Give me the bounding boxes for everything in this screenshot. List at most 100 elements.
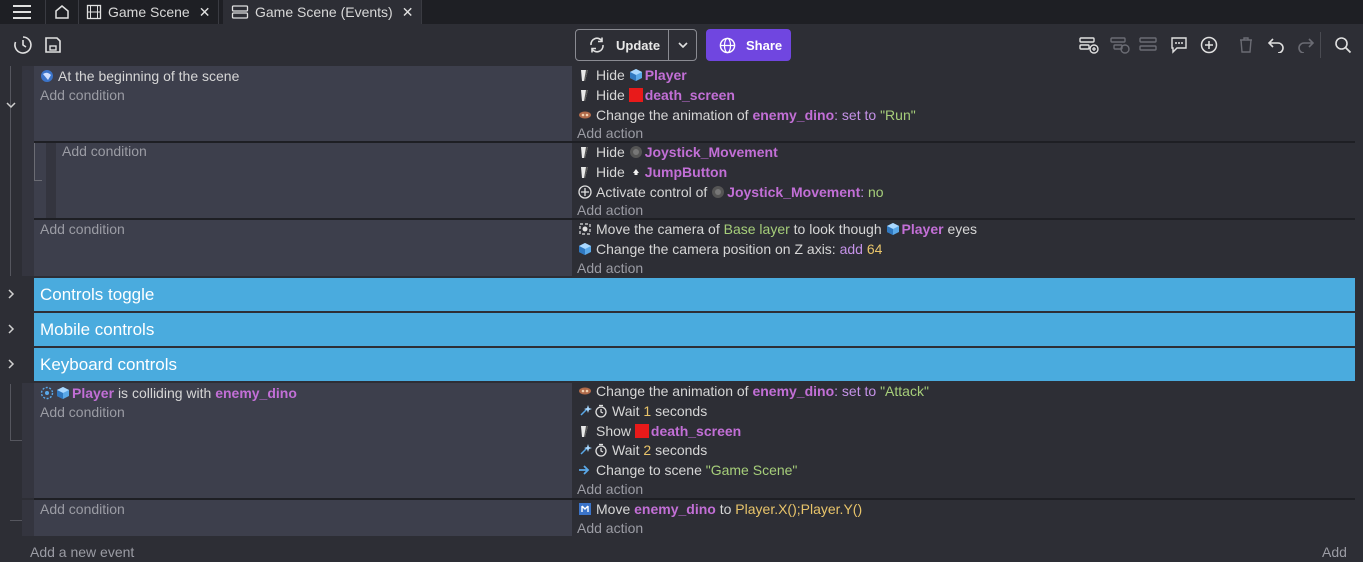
add-condition-link[interactable]: Add condition <box>40 85 125 105</box>
add-new-event-link[interactable]: Add a new event <box>30 542 134 562</box>
event-actions[interactable]: Hide Joystick_Movement Hide JumpButton A… <box>572 143 1355 218</box>
chevron-right-icon[interactable] <box>6 289 16 299</box>
home-tab[interactable] <box>45 0 79 24</box>
action-value: "Game Scene" <box>705 462 798 478</box>
jump-icon <box>629 166 642 178</box>
action-text: Change the animation of <box>596 107 749 123</box>
action[interactable]: Hide Joystick_Movement <box>578 142 778 162</box>
close-icon[interactable]: ✕ <box>402 4 414 21</box>
add-condition-link[interactable]: Add condition <box>40 219 125 239</box>
hide-icon <box>581 167 588 178</box>
add-link[interactable]: Add <box>1322 542 1347 562</box>
action-text: Activate control of <box>596 184 708 200</box>
camera-icon <box>579 223 591 235</box>
event-margin <box>22 66 34 276</box>
object-name: enemy_dino <box>215 385 297 401</box>
object-name: Player <box>72 385 115 401</box>
comment-icon[interactable] <box>1168 34 1190 56</box>
event-conditions[interactable]: At the beginning of the scene Add condit… <box>34 66 572 141</box>
add-condition-link[interactable]: Add condition <box>40 499 125 519</box>
chevron-right-icon[interactable] <box>6 324 16 334</box>
chevron-down-icon[interactable] <box>6 100 16 110</box>
action[interactable]: Change to scene "Game Scene" <box>578 460 797 480</box>
action-text: to look though <box>793 221 882 237</box>
action-text: Change to scene <box>596 462 702 478</box>
action[interactable]: Hide death_screen <box>578 85 735 105</box>
event-actions[interactable]: Move enemy_dino to Player.X();Player.Y()… <box>572 500 1355 536</box>
add-condition-link[interactable]: Add condition <box>40 402 125 422</box>
scene-icon <box>41 70 53 82</box>
events-sheet: At the beginning of the scene Add condit… <box>0 66 1363 560</box>
action-text: Hide <box>596 67 625 83</box>
menu-button[interactable] <box>0 0 44 24</box>
event-actions[interactable]: Change the animation of enemy_dino : set… <box>572 383 1355 498</box>
action[interactable]: Wait 1 seconds <box>578 401 707 421</box>
add-action-link[interactable]: Add action <box>577 479 643 499</box>
group-keyboard-controls[interactable]: Keyboard controls <box>34 348 1355 381</box>
save-icon[interactable] <box>42 34 64 56</box>
add-circle-icon[interactable] <box>1198 34 1220 56</box>
search-icon[interactable] <box>1332 34 1354 56</box>
event-conditions[interactable]: Player is colliding with enemy_dino Add … <box>34 383 572 498</box>
gutter-line <box>10 440 22 441</box>
condition[interactable]: At the beginning of the scene <box>40 66 239 86</box>
condition[interactable]: Player is colliding with enemy_dino <box>40 383 297 403</box>
action-text: Change the camera position on Z axis: <box>596 241 836 257</box>
add-action-link[interactable]: Add action <box>577 200 643 220</box>
tab-game-scene[interactable]: Game Scene ✕ <box>78 0 220 24</box>
home-icon <box>55 5 69 19</box>
delete-icon[interactable] <box>1235 34 1257 56</box>
gutter-line <box>10 384 11 440</box>
action[interactable]: Activate control of Joystick_Movement : … <box>578 182 884 202</box>
undo-icon[interactable] <box>1265 34 1287 56</box>
event-margin <box>46 143 56 218</box>
event-conditions[interactable]: Add condition <box>34 500 572 536</box>
event-conditions[interactable]: Add condition <box>56 143 572 218</box>
red-square-icon <box>628 88 643 102</box>
action[interactable]: Change the camera position on Z axis: ad… <box>578 239 882 259</box>
object-name: enemy_dino <box>634 501 716 517</box>
action[interactable]: Hide Player <box>578 65 687 85</box>
joystick-icon <box>712 186 725 198</box>
group-controls-toggle[interactable]: Controls toggle <box>34 278 1355 311</box>
add-event-icon[interactable] <box>1078 34 1100 56</box>
close-icon[interactable]: ✕ <box>199 4 211 21</box>
sparkle-icon <box>580 405 592 416</box>
add-action-link[interactable]: Add action <box>577 258 643 278</box>
action-text: eyes <box>947 221 978 237</box>
event-conditions[interactable]: Add condition <box>34 220 572 276</box>
cube-icon <box>57 387 69 399</box>
group-mobile-controls[interactable]: Mobile controls <box>34 313 1355 346</box>
gutter-line <box>34 143 35 180</box>
share-button[interactable]: Share <box>706 29 791 61</box>
update-dropdown[interactable] <box>669 42 696 48</box>
red-square-icon <box>634 424 649 438</box>
chevron-right-icon[interactable] <box>6 359 16 369</box>
tab-game-scene-events[interactable]: Game Scene (Events) ✕ <box>223 0 423 24</box>
action[interactable]: Wait 2 seconds <box>578 440 707 460</box>
action-keyword: : <box>860 184 865 200</box>
update-button[interactable]: Update <box>575 29 697 61</box>
object-name: enemy_dino <box>752 107 835 123</box>
action[interactable]: Hide JumpButton <box>578 162 727 182</box>
redo-icon[interactable] <box>1295 34 1317 56</box>
add-action-link[interactable]: Add action <box>577 123 643 143</box>
add-subevent-icon[interactable] <box>1109 34 1131 56</box>
action-keyword: : set to <box>834 383 877 399</box>
action-text: seconds <box>655 442 708 458</box>
action[interactable]: Move the camera of Base layer to look th… <box>578 219 977 239</box>
action-text: Wait <box>612 442 640 458</box>
add-other-icon[interactable] <box>1138 34 1160 56</box>
action-text: Hide <box>596 87 625 103</box>
event-actions[interactable]: Move the camera of Base layer to look th… <box>572 220 1355 276</box>
add-condition-link[interactable]: Add condition <box>62 141 147 161</box>
refresh-icon <box>590 37 604 53</box>
action[interactable]: Change the animation of enemy_dino : set… <box>578 105 916 125</box>
action[interactable]: Change the animation of enemy_dino : set… <box>578 381 929 401</box>
action[interactable]: Show death_screen <box>578 421 741 441</box>
action[interactable]: Move enemy_dino to Player.X();Player.Y() <box>578 499 862 519</box>
add-action-link[interactable]: Add action <box>577 518 643 538</box>
history-icon[interactable] <box>12 34 34 56</box>
action-text: to <box>719 501 732 517</box>
event-actions[interactable]: Hide Player Hide death_screen Change the… <box>572 66 1355 141</box>
